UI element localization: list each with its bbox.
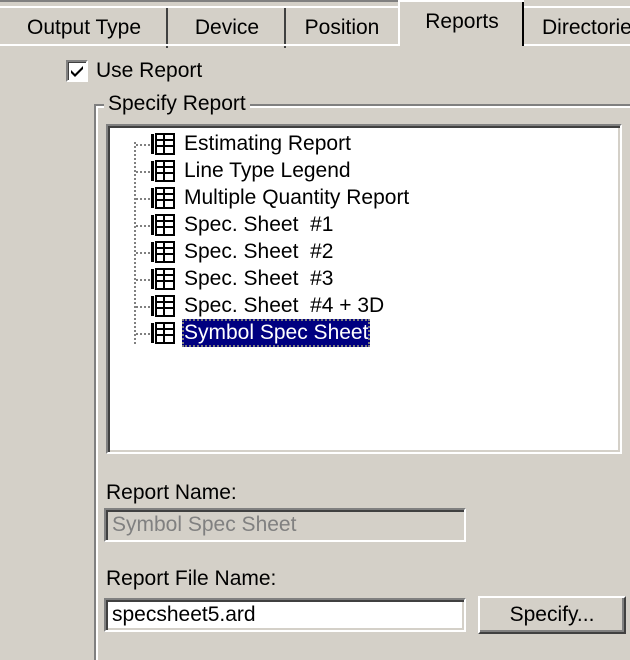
tree-connector bbox=[136, 279, 150, 281]
tab-output-type[interactable]: Output Type bbox=[0, 6, 168, 48]
tree-item-label: Spec. Sheet #2 bbox=[184, 240, 334, 263]
report-document-icon bbox=[151, 241, 175, 263]
report-name-field: Symbol Spec Sheet bbox=[104, 508, 466, 542]
dialog-page: Output Type Device Position Reports Dire… bbox=[0, 0, 630, 660]
report-file-name-field[interactable]: specsheet5.ard bbox=[104, 598, 466, 632]
tab-device[interactable]: Device bbox=[168, 6, 286, 48]
specify-button[interactable]: Specify... bbox=[478, 596, 626, 634]
tree-item-label: Spec. Sheet #4 + 3D bbox=[184, 294, 385, 317]
tab-reports[interactable]: Reports bbox=[398, 0, 524, 46]
report-document-icon bbox=[151, 268, 175, 290]
tab-reports-label: Reports bbox=[425, 10, 499, 33]
tree-item-label: Multiple Quantity Report bbox=[184, 186, 410, 209]
tab-directories[interactable]: Directories bbox=[524, 6, 630, 46]
tab-strip: Output Type Device Position Reports Dire… bbox=[0, 0, 630, 48]
report-document-icon bbox=[151, 187, 175, 209]
use-report-label: Use Report bbox=[96, 59, 203, 82]
tab-device-label: Device bbox=[194, 16, 260, 39]
report-tree-view[interactable]: Estimating Report Line Type Legend Multi… bbox=[106, 124, 622, 454]
tab-position[interactable]: Position bbox=[286, 6, 398, 48]
tree-connector bbox=[136, 333, 150, 335]
tree-connector bbox=[136, 306, 150, 308]
report-document-icon bbox=[151, 322, 175, 344]
tree-item-label: Estimating Report bbox=[184, 132, 351, 155]
tab-strip-base-line-left bbox=[0, 44, 400, 46]
report-document-icon bbox=[151, 295, 175, 317]
tree-item-label: Line Type Legend bbox=[184, 159, 351, 182]
report-file-name-label: Report File Name: bbox=[106, 567, 277, 590]
tab-directories-label: Directories bbox=[542, 16, 630, 39]
checkmark-icon bbox=[71, 66, 83, 77]
specify-report-title: Specify Report bbox=[104, 92, 250, 116]
report-document-icon bbox=[151, 133, 175, 155]
tree-item-label: Spec. Sheet #3 bbox=[184, 267, 334, 290]
tree-item-label-selected: Symbol Spec Sheet bbox=[182, 319, 371, 347]
report-document-icon bbox=[151, 160, 175, 182]
report-document-icon bbox=[151, 214, 175, 236]
tab-separator bbox=[522, 2, 524, 46]
tree-connector bbox=[136, 144, 150, 146]
use-report-checkbox[interactable] bbox=[66, 60, 88, 82]
tree-connector bbox=[136, 198, 150, 200]
tree-item-label: Spec. Sheet #1 bbox=[184, 213, 334, 236]
tab-position-label: Position bbox=[304, 16, 380, 39]
report-name-label: Report Name: bbox=[106, 481, 237, 504]
tree-connector bbox=[136, 171, 150, 173]
tree-connector bbox=[136, 225, 150, 227]
tree-connector bbox=[136, 252, 150, 254]
tab-strip-base-line-right bbox=[524, 44, 630, 46]
tab-output-type-label: Output Type bbox=[26, 16, 142, 39]
use-report-checkbox-row[interactable]: Use Report bbox=[66, 58, 202, 84]
